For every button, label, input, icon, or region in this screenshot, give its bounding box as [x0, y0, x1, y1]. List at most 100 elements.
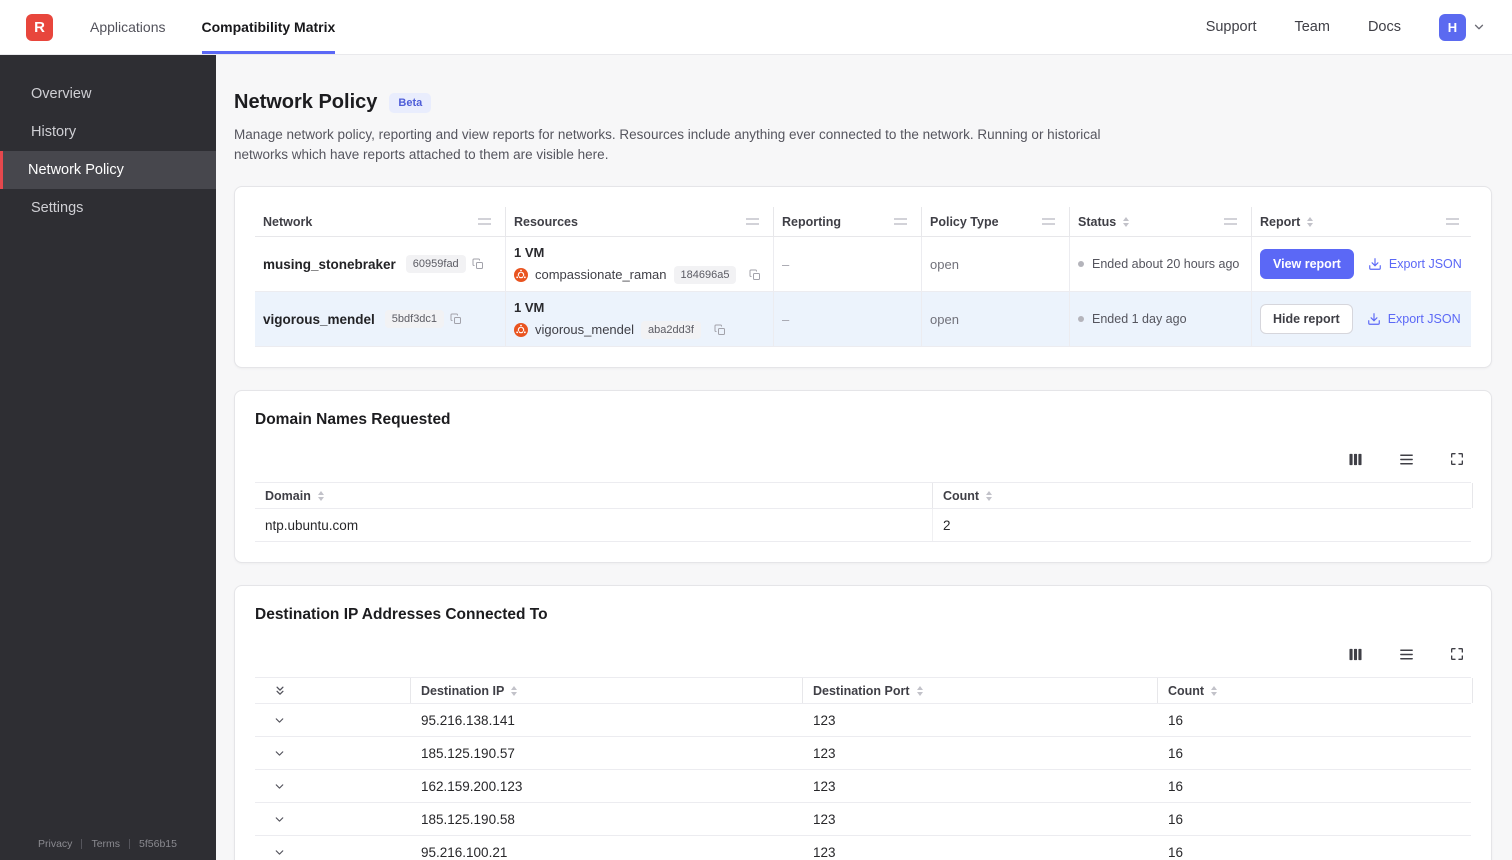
fullscreen-icon[interactable]	[1449, 451, 1465, 468]
count-cell: 16	[1168, 745, 1184, 761]
column-header-policy-type: Policy Type	[921, 207, 1069, 237]
user-menu[interactable]: H	[1439, 13, 1486, 41]
chevron-down-icon	[1472, 20, 1486, 34]
destination-row: 162.159.200.123 123 16	[255, 770, 1471, 804]
resource-name: compassionate_raman	[535, 267, 667, 283]
status-dot	[1078, 261, 1084, 268]
sidebar-item-network-policy[interactable]: Network Policy	[0, 151, 216, 189]
sidebar-item-overview[interactable]: Overview	[0, 75, 216, 113]
network-row-selected: vigorous_mendel 5bdf3dc1 1 VM vigorous_m…	[255, 292, 1473, 348]
column-resize-handle[interactable]	[1224, 218, 1237, 226]
column-resize-handle[interactable]	[1446, 218, 1459, 226]
sort-icon	[1211, 685, 1218, 696]
column-header-report[interactable]: Report	[1251, 207, 1473, 237]
export-json-button[interactable]: Export JSON	[1368, 257, 1462, 271]
sidebar-footer: Privacy Terms 5f56b15	[38, 838, 177, 850]
status-dot	[1078, 316, 1084, 323]
column-label: Count	[943, 488, 980, 503]
divider	[129, 839, 131, 849]
hide-report-button[interactable]: Hide report	[1260, 304, 1353, 335]
expand-row-icon[interactable]	[273, 714, 286, 727]
copy-icon[interactable]	[472, 258, 484, 270]
fullscreen-icon[interactable]	[1449, 646, 1465, 663]
column-label: Resources	[514, 214, 578, 229]
domain-cell: ntp.ubuntu.com	[255, 509, 933, 542]
reporting-value: –	[782, 256, 790, 272]
sidebar-item-settings[interactable]: Settings	[0, 189, 216, 227]
top-navbar: R Applications Compatibility Matrix Supp…	[0, 0, 1512, 55]
report-cell: Hide report Export JSON	[1251, 292, 1473, 347]
export-json-button[interactable]: Export JSON	[1367, 312, 1461, 326]
domain-value: ntp.ubuntu.com	[265, 517, 359, 533]
card-title: Domain Names Requested	[255, 411, 451, 429]
expand-row-icon[interactable]	[273, 747, 286, 760]
sidebar-item-history[interactable]: History	[0, 113, 216, 151]
network-cell: vigorous_mendel 5bdf3dc1	[255, 292, 505, 346]
column-header-domain[interactable]: Domain	[255, 483, 933, 509]
copy-icon[interactable]	[450, 313, 462, 325]
copy-icon[interactable]	[714, 324, 726, 336]
sort-icon	[511, 685, 518, 696]
divider	[81, 839, 83, 849]
destination-row: 95.216.100.21 123 16	[255, 836, 1471, 860]
beta-badge: Beta	[389, 92, 432, 113]
nav-link-team[interactable]: Team	[1294, 19, 1329, 35]
row-density-icon[interactable]	[1398, 451, 1415, 468]
privacy-link[interactable]: Privacy	[38, 838, 72, 850]
sidebar: Overview History Network Policy Settings…	[0, 55, 216, 860]
primary-nav: Applications Compatibility Matrix	[90, 0, 336, 54]
nav-item-applications[interactable]: Applications	[90, 0, 166, 54]
column-resize-handle[interactable]	[1042, 218, 1055, 226]
domains-table-header: Domain Count	[255, 482, 1473, 510]
network-name: vigorous_mendel	[263, 311, 375, 327]
nav-item-compatibility-matrix[interactable]: Compatibility Matrix	[201, 0, 336, 54]
column-resize-handle[interactable]	[894, 218, 907, 226]
network-name: musing_stonebraker	[263, 256, 396, 272]
destination-row: 185.125.190.57 123 16	[255, 737, 1471, 771]
columns-icon[interactable]	[1347, 451, 1364, 468]
column-header-status[interactable]: Status	[1069, 207, 1251, 237]
column-header-destination-ip[interactable]: Destination IP	[411, 678, 803, 704]
column-header-count[interactable]: Count	[1158, 678, 1473, 704]
column-header-count[interactable]: Count	[933, 483, 1473, 509]
table-toolbar	[255, 451, 1465, 468]
expand-row-icon[interactable]	[273, 780, 286, 793]
main-content: Network Policy Beta Manage network polic…	[216, 55, 1512, 860]
network-id-badge: 60959fad	[405, 255, 466, 274]
expand-row-icon[interactable]	[273, 813, 286, 826]
sort-icon	[916, 685, 923, 696]
port-cell: 123	[813, 745, 836, 761]
ip-cell: 185.125.190.58	[421, 811, 515, 827]
expand-row-icon[interactable]	[273, 846, 286, 859]
terms-link[interactable]: Terms	[91, 838, 120, 850]
ip-cell: 95.216.100.21	[421, 844, 508, 860]
domain-row: ntp.ubuntu.com 2	[255, 509, 1471, 543]
column-label: Network	[263, 214, 313, 229]
nav-link-support[interactable]: Support	[1206, 19, 1257, 35]
row-density-icon[interactable]	[1398, 646, 1415, 663]
reporting-cell: –	[773, 292, 921, 347]
column-resize-handle[interactable]	[478, 218, 491, 226]
download-icon	[1367, 313, 1380, 325]
download-icon	[1369, 258, 1381, 270]
columns-icon[interactable]	[1347, 646, 1364, 663]
count-value: 2	[943, 517, 951, 533]
avatar: H	[1439, 13, 1466, 41]
destination-ips-card: Destination IP Addresses Connected To De…	[234, 585, 1492, 860]
column-header-destination-port[interactable]: Destination Port	[803, 678, 1158, 704]
card-title: Destination IP Addresses Connected To	[255, 606, 548, 624]
column-label: Destination Port	[813, 683, 910, 698]
view-report-button[interactable]: View report	[1260, 249, 1354, 280]
destinations-table-header: Destination IP Destination Port Count	[255, 677, 1473, 705]
page-title: Network Policy	[234, 91, 378, 113]
nav-link-docs[interactable]: Docs	[1368, 19, 1401, 35]
expand-all-icon[interactable]	[273, 684, 287, 698]
column-label: Domain	[265, 488, 311, 503]
port-cell: 123	[813, 844, 836, 860]
column-resize-handle[interactable]	[746, 218, 759, 226]
network-row: musing_stonebraker 60959fad 1 VM compass…	[255, 237, 1471, 293]
app-logo[interactable]: R	[26, 13, 53, 41]
ip-cell: 162.159.200.123	[421, 778, 523, 794]
copy-icon[interactable]	[749, 269, 761, 281]
ip-cell: 185.125.190.57	[421, 745, 515, 761]
